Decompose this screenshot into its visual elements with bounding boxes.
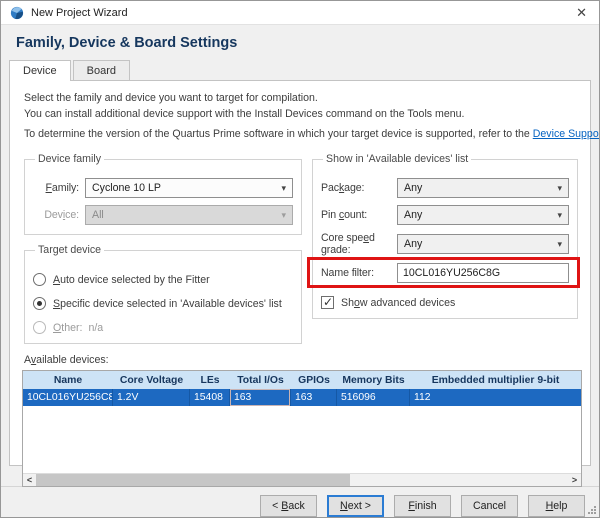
chevron-down-icon: ▾ (281, 210, 286, 221)
scrollbar-thumb[interactable] (36, 474, 350, 486)
back-button[interactable]: < Back (260, 495, 317, 517)
radio-auto-device[interactable]: Auto device selected by the Fitter (33, 273, 293, 286)
available-devices-table: Name Core Voltage LEs Total I/Os GPIOs M… (22, 370, 582, 487)
core-speed-grade-label: Core speed grade: (321, 232, 397, 256)
family-dropdown[interactable]: Cyclone 10 LP ▾ (85, 178, 293, 198)
col-header-core-voltage[interactable]: Core Voltage (113, 371, 190, 389)
intro-text: Select the family and device you want to… (24, 90, 584, 142)
package-dropdown[interactable]: Any ▾ (397, 178, 569, 198)
name-filter-row: Name filter: (321, 263, 569, 283)
close-icon[interactable]: ✕ (573, 6, 590, 19)
pin-count-row: Pin count: Any ▾ (321, 205, 569, 225)
radio-disabled-icon (33, 321, 46, 334)
finish-button[interactable]: Finish (394, 495, 451, 517)
pin-count-dropdown[interactable]: Any ▾ (397, 205, 569, 225)
tab-device[interactable]: Device (9, 60, 71, 81)
scrollbar-track[interactable] (36, 474, 568, 486)
radio-icon[interactable] (33, 273, 46, 286)
core-speed-grade-dropdown[interactable]: Any ▾ (397, 234, 569, 254)
name-filter-label: Name filter: (321, 267, 397, 279)
chevron-down-icon: ▾ (281, 183, 286, 194)
pin-count-label: Pin count: (321, 209, 397, 221)
radio-selected-icon[interactable] (33, 297, 46, 310)
radio-other-value: n/a (88, 322, 103, 334)
family-dropdown-value: Cyclone 10 LP (92, 182, 161, 194)
table-row[interactable]: 10CL016YU256C8G 1.2V 15408 163 163 51609… (23, 389, 581, 406)
titlebar: New Project Wizard ✕ (1, 1, 599, 25)
package-row: Package: Any ▾ (321, 178, 569, 198)
family-label: Family: (33, 182, 79, 194)
col-header-les[interactable]: LEs (190, 371, 230, 389)
help-button[interactable]: Help (528, 495, 585, 517)
target-device-legend: Target device (35, 244, 104, 256)
intro-line-2: You can install additional device suppor… (24, 106, 584, 122)
intro-line-3: To determine the version of the Quartus … (24, 126, 584, 142)
show-available-legend: Show in 'Available devices' list (323, 153, 471, 165)
package-label: Package: (321, 182, 397, 194)
table-header-row: Name Core Voltage LEs Total I/Os GPIOs M… (23, 371, 581, 389)
resize-grip[interactable] (587, 505, 596, 514)
show-advanced-devices-row[interactable]: Show advanced devices (321, 296, 569, 309)
checkbox-checked-icon[interactable] (321, 296, 334, 309)
scroll-right-arrow-icon[interactable]: > (568, 474, 581, 486)
chevron-down-icon: ▾ (557, 210, 562, 221)
col-header-total-ios[interactable]: Total I/Os (230, 371, 291, 389)
col-header-name[interactable]: Name (23, 371, 113, 389)
tab-bar: Device Board (1, 60, 599, 80)
target-device-group: Target device Auto device selected by th… (24, 244, 302, 344)
radio-specific-label: Specific device selected in 'Available d… (53, 298, 282, 310)
device-label: Device: (33, 209, 79, 221)
radio-other: Other: n/a (33, 321, 293, 334)
new-project-wizard-dialog: New Project Wizard ✕ Family, Device & Bo… (0, 0, 600, 518)
core-speed-grade-row: Core speed grade: Any ▾ (321, 232, 569, 256)
cell-les[interactable]: 15408 (190, 389, 230, 406)
device-dropdown: All ▾ (85, 205, 293, 225)
available-devices-label: Available devices: (24, 354, 584, 366)
horizontal-scrollbar[interactable]: < > (23, 473, 581, 486)
cancel-button[interactable]: Cancel (461, 495, 518, 517)
family-row: Family: Cyclone 10 LP ▾ (33, 178, 293, 198)
device-tab-pane: Select the family and device you want to… (9, 80, 591, 466)
cell-total-ios[interactable]: 163 (230, 389, 291, 406)
cell-embedded-multiplier[interactable]: 112 (410, 389, 581, 406)
settings-columns: Device family Family: Cyclone 10 LP ▾ De… (24, 153, 578, 344)
cell-name[interactable]: 10CL016YU256C8G (23, 389, 113, 406)
package-dropdown-value: Any (404, 182, 422, 194)
col-header-gpios[interactable]: GPIOs (291, 371, 337, 389)
cell-gpios[interactable]: 163 (291, 389, 337, 406)
device-family-legend: Device family (35, 153, 104, 165)
name-filter-input[interactable] (397, 263, 569, 283)
intro-line-1: Select the family and device you want to… (24, 90, 584, 106)
scroll-left-arrow-icon[interactable]: < (23, 474, 36, 486)
col-header-embedded-multiplier[interactable]: Embedded multiplier 9-bit (410, 371, 581, 389)
device-dropdown-value: All (92, 209, 104, 221)
device-family-group: Device family Family: Cyclone 10 LP ▾ De… (24, 153, 302, 235)
dialog-button-bar: < Back Next > Finish Cancel Help (1, 486, 599, 517)
radio-specific-device[interactable]: Specific device selected in 'Available d… (33, 297, 293, 310)
show-available-group: Show in 'Available devices' list Package… (312, 153, 578, 319)
radio-other-label: Other: (53, 322, 82, 334)
col-header-memory-bits[interactable]: Memory Bits (337, 371, 410, 389)
show-advanced-devices-label: Show advanced devices (341, 297, 455, 309)
window-title: New Project Wizard (31, 7, 128, 19)
cell-core-voltage[interactable]: 1.2V (113, 389, 190, 406)
tab-board[interactable]: Board (73, 60, 130, 80)
next-button[interactable]: Next > (327, 495, 384, 517)
left-column: Device family Family: Cyclone 10 LP ▾ De… (24, 153, 302, 344)
pin-count-dropdown-value: Any (404, 209, 422, 221)
quartus-app-icon (10, 6, 24, 20)
cell-memory-bits[interactable]: 516096 (337, 389, 410, 406)
device-support-list-link[interactable]: Device Support List (533, 128, 600, 140)
radio-auto-label: Auto device selected by the Fitter (53, 274, 210, 286)
name-filter-annotated-area: Name filter: (321, 263, 569, 283)
core-speed-grade-dropdown-value: Any (404, 238, 422, 250)
chevron-down-icon: ▾ (557, 183, 562, 194)
chevron-down-icon: ▾ (557, 239, 562, 250)
right-column: Show in 'Available devices' list Package… (312, 153, 578, 344)
page-title: Family, Device & Board Settings (1, 25, 599, 60)
device-row: Device: All ▾ (33, 205, 293, 225)
